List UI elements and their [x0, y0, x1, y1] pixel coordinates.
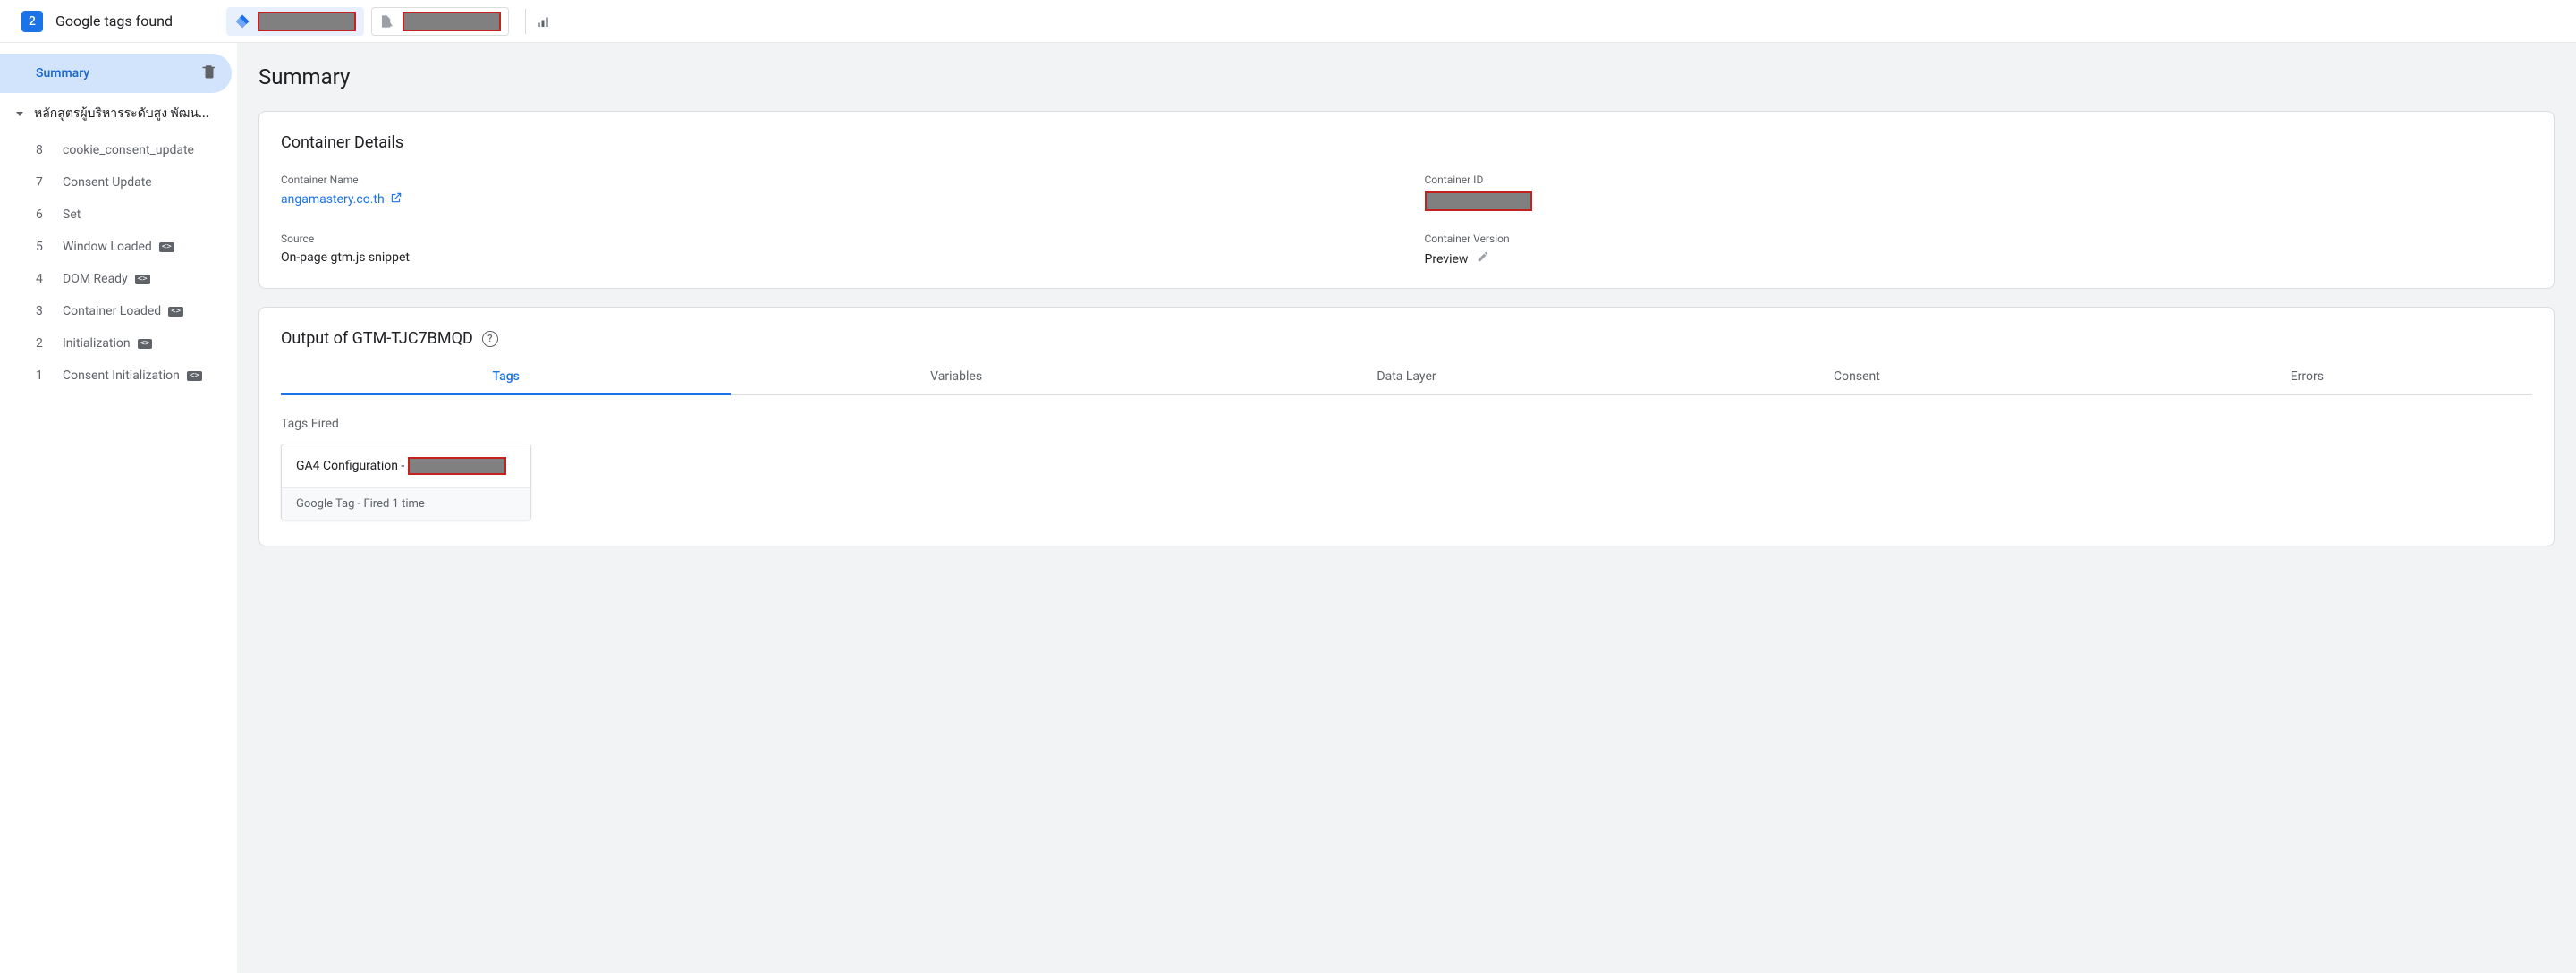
output-card: Output of GTM-TJC7BMQD ? TagsVariablesDa… — [258, 307, 2555, 546]
gtag-icon — [379, 13, 395, 30]
redacted-container-id — [1425, 191, 1532, 211]
event-row[interactable]: 6 Set — [0, 199, 237, 231]
event-name: Consent Update — [63, 175, 152, 190]
event-num: 7 — [36, 175, 54, 190]
code-icon: <> — [135, 275, 150, 284]
chevron-down-icon — [16, 112, 23, 116]
event-row[interactable]: 5 Window Loaded <> — [0, 231, 237, 263]
tag-chip-gtag[interactable] — [371, 7, 509, 36]
clear-icon[interactable] — [201, 63, 217, 83]
tags-fired-label: Tags Fired — [281, 417, 2532, 431]
container-name-link[interactable]: angamastery.co.th — [281, 191, 402, 207]
source-block: Source On-page gtm.js snippet — [281, 233, 1389, 267]
event-name: Initialization — [63, 336, 131, 351]
gtm-icon — [234, 13, 250, 30]
code-icon: <> — [159, 242, 174, 252]
container-id-label: Container ID — [1425, 173, 2533, 186]
event-row[interactable]: 1 Consent Initialization <> — [0, 360, 237, 392]
event-row[interactable]: 3 Container Loaded <> — [0, 295, 237, 327]
event-name: cookie_consent_update — [63, 143, 194, 157]
tab-tags[interactable]: Tags — [281, 359, 731, 394]
version-block: Container Version Preview — [1425, 233, 2533, 267]
header: 2 Google tags found — [0, 0, 2576, 43]
event-name: Consent Initialization — [63, 368, 180, 383]
sidebar-summary[interactable]: Summary — [0, 54, 232, 93]
redacted-gtag-id — [402, 12, 501, 31]
event-row[interactable]: 4 DOM Ready <> — [0, 263, 237, 295]
event-row[interactable]: 8 cookie_consent_update — [0, 134, 237, 166]
version-value-row: Preview — [1425, 250, 2533, 267]
divider — [525, 9, 526, 34]
container-id-block: Container ID — [1425, 173, 2533, 211]
event-row[interactable]: 7 Consent Update — [0, 166, 237, 199]
event-num: 3 — [36, 304, 54, 318]
event-num: 6 — [36, 207, 54, 222]
tree-title: หลักสูตรผู้บริหารระดับสูง พัฒน... — [34, 104, 230, 123]
tag-card-subtitle: Google Tag - Fired 1 time — [282, 487, 530, 520]
tab-consent[interactable]: Consent — [1631, 359, 2081, 394]
header-title: Google tags found — [55, 13, 173, 30]
version-label: Container Version — [1425, 233, 2533, 245]
output-heading: Output of GTM-TJC7BMQD — [281, 329, 473, 348]
container-name-block: Container Name angamastery.co.th — [281, 173, 1389, 211]
redacted-tag-id — [408, 457, 506, 475]
event-name: Container Loaded — [63, 304, 161, 318]
container-name-value: angamastery.co.th — [281, 192, 385, 207]
event-num: 5 — [36, 240, 54, 254]
event-num: 4 — [36, 272, 54, 286]
summary-label: Summary — [36, 66, 89, 80]
tab-errors[interactable]: Errors — [2082, 359, 2532, 394]
code-icon: <> — [168, 307, 183, 317]
sidebar-tree-header[interactable]: หลักสูตรผู้บริหารระดับสูง พัฒน... — [0, 93, 237, 134]
event-name: Window Loaded — [63, 240, 152, 254]
fired-tag-card[interactable]: GA4 Configuration - Google Tag - Fired 1… — [281, 444, 531, 520]
tab-data-layer[interactable]: Data Layer — [1182, 359, 1631, 394]
source-value: On-page gtm.js snippet — [281, 250, 1389, 265]
event-num: 2 — [36, 336, 54, 351]
container-details-card: Container Details Container Name angamas… — [258, 111, 2555, 289]
event-num: 1 — [36, 368, 54, 383]
edit-icon[interactable] — [1477, 252, 1489, 267]
event-name: Set — [63, 207, 80, 222]
external-link-icon — [390, 191, 402, 207]
version-value: Preview — [1425, 252, 1469, 267]
tag-card-title-prefix: GA4 Configuration - — [296, 459, 404, 473]
code-icon: <> — [138, 339, 153, 349]
container-name-label: Container Name — [281, 173, 1389, 186]
analytics-icon[interactable] — [535, 13, 551, 30]
event-num: 8 — [36, 143, 54, 157]
tab-variables[interactable]: Variables — [731, 359, 1181, 394]
container-details-heading: Container Details — [281, 133, 2532, 152]
output-tabs: TagsVariablesData LayerConsentErrors — [281, 359, 2532, 395]
tag-count-badge: 2 — [21, 11, 43, 32]
sidebar: Summary หลักสูตรผู้บริหารระดับสูง พัฒน..… — [0, 43, 237, 973]
source-label: Source — [281, 233, 1389, 245]
page-title: Summary — [258, 64, 2555, 89]
main-content: Summary Container Details Container Name… — [237, 43, 2576, 973]
redacted-gtm-id — [258, 12, 356, 31]
help-icon[interactable]: ? — [482, 331, 498, 347]
code-icon: <> — [187, 371, 202, 381]
tag-chip-gtm[interactable] — [226, 7, 364, 36]
event-name: DOM Ready — [63, 272, 128, 286]
event-row[interactable]: 2 Initialization <> — [0, 327, 237, 360]
